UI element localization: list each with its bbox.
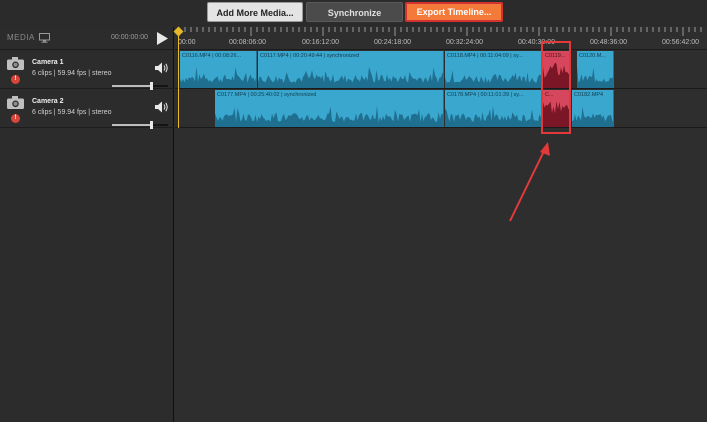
play-icon[interactable]	[156, 32, 168, 45]
clip[interactable]: C0118.MP4 | 00:11:04:09 | sy...	[445, 51, 542, 88]
annotation-highlight-box	[541, 41, 571, 134]
annotation-arrow-icon	[509, 142, 550, 222]
media-panel: MEDIA 00:00:00:00 ! Camera 1 6 clips | 5…	[0, 27, 174, 422]
speaker-icon[interactable]	[155, 62, 169, 74]
audio-waveform	[445, 105, 541, 127]
clip[interactable]: C0116.MP4 | 00:08:26...	[180, 51, 257, 88]
ruler-tick-label: 00:00	[178, 39, 196, 46]
track-name: Camera 2	[32, 98, 64, 105]
ruler-tick-label: 00:16:12:00	[302, 39, 339, 46]
volume-thumb[interactable]	[150, 121, 153, 129]
warning-badge: !	[11, 75, 20, 84]
warning-badge: !	[11, 114, 20, 123]
clip-label: C0118.MP4 | 00:11:04:09 | sy...	[447, 53, 523, 59]
timeline-area[interactable]: 00:00 00:08:06:00 00:16:12:00 00:24:18:0…	[173, 26, 707, 422]
timecode-readout: 00:00:00:00	[111, 34, 148, 41]
audio-waveform	[572, 106, 613, 127]
playhead-line[interactable]	[178, 27, 179, 128]
audio-waveform	[215, 105, 443, 127]
top-toolbar: Add More Media... Synchronize Export Tim…	[0, 0, 707, 27]
ruler-tick-label: 00:32:24:00	[446, 39, 483, 46]
clip[interactable]: C0117.MP4 | 00:20:49:44 | synchronized	[258, 51, 444, 88]
media-header: MEDIA 00:00:00:00	[0, 27, 174, 50]
add-more-media-button[interactable]: Add More Media...	[207, 2, 303, 22]
clip-label: C0116.MP4 | 00:08:26...	[182, 53, 242, 59]
track-info: 6 clips | 59.94 fps | stereo	[32, 109, 112, 116]
track-info: 6 clips | 59.94 fps | stereo	[32, 70, 112, 77]
volume-slider[interactable]	[112, 121, 168, 129]
track-header-camera-2[interactable]: ! Camera 2 6 clips | 59.94 fps | stereo	[0, 89, 174, 129]
audio-waveform	[258, 67, 443, 88]
clip-label: C0120.M...	[579, 53, 606, 59]
clip[interactable]: C0120.M...	[577, 51, 614, 88]
clip-label: C0182.MP4	[574, 92, 604, 98]
ruler-ticks	[178, 27, 702, 36]
clip-label: C0177.MP4 | 00:25:40:02 | synchronized	[217, 92, 317, 98]
audio-waveform	[180, 66, 256, 88]
timeline-lane-camera-1: C0116.MP4 | 00:08:26... C0117.MP4 | 00:2…	[175, 50, 707, 89]
synchronize-button[interactable]: Synchronize	[306, 2, 403, 22]
timeline-lane-camera-2: C0177.MP4 | 00:25:40:02 | synchronized C…	[175, 89, 707, 128]
monitor-icon[interactable]	[39, 33, 50, 43]
audio-waveform	[445, 70, 541, 88]
clip[interactable]: C0182.MP4	[572, 90, 614, 127]
camera-icon	[7, 96, 24, 109]
speaker-icon[interactable]	[155, 101, 169, 113]
clip[interactable]: C0178.MP4 | 00:11:01:39 | sy...	[445, 90, 542, 127]
clip-label: C0117.MP4 | 00:20:49:44 | synchronized	[260, 53, 360, 59]
camera-icon	[7, 57, 24, 70]
ruler-tick-label: 00:48:36:00	[590, 39, 627, 46]
ruler-tick-label: 00:56:42:00	[662, 39, 699, 46]
clip[interactable]: C0177.MP4 | 00:25:40:02 | synchronized	[215, 90, 444, 127]
timeline-ruler[interactable]: 00:00 00:08:06:00 00:16:12:00 00:24:18:0…	[175, 27, 707, 50]
ruler-tick-label: 00:08:06:00	[229, 39, 266, 46]
volume-fill	[112, 124, 151, 126]
track-name: Camera 1	[32, 59, 64, 66]
media-title: MEDIA	[7, 33, 35, 42]
volume-fill	[112, 85, 151, 87]
audio-waveform	[577, 66, 613, 88]
track-header-camera-1[interactable]: ! Camera 1 6 clips | 59.94 fps | stereo	[0, 50, 174, 90]
ruler-tick-label: 00:24:18:00	[374, 39, 411, 46]
export-timeline-button[interactable]: Export Timeline...	[405, 2, 503, 22]
clip-label: C0178.MP4 | 00:11:01:39 | sy...	[447, 92, 524, 98]
